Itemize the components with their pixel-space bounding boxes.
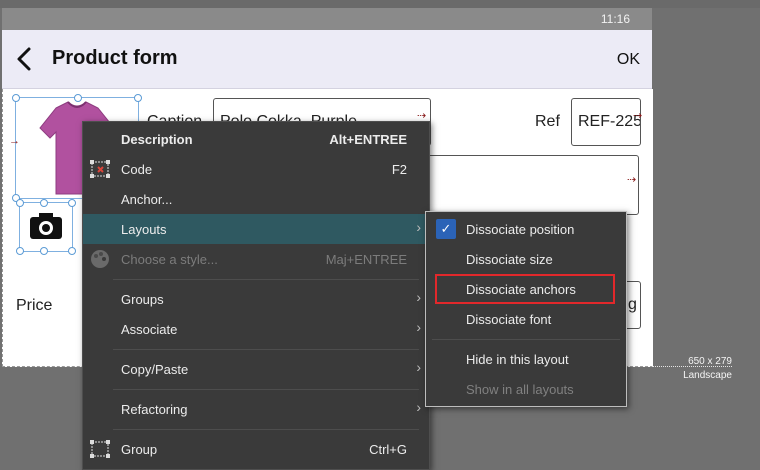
resize-handle[interactable] [74,94,82,102]
menu-item-label: Groups [121,292,164,307]
menu-item-choose-style: Choose a style... Maj+ENTREE [83,244,429,274]
price-label: Price [16,297,53,314]
chevron-right-icon: › [416,399,421,415]
menu-item-label: Group [121,442,158,457]
menu-item-code[interactable]: Code F2 [83,154,429,184]
menu-item-layouts[interactable]: Layouts › [83,214,429,244]
menu-item-label: Code [121,162,153,177]
resize-handle[interactable] [16,247,24,255]
submenu-item-label: Dissociate anchors [466,282,576,297]
menu-item-label: Anchor... [121,192,173,207]
menu-item-label: Choose a style... [121,252,218,267]
menu-item-shortcut: Maj+ENTREE [325,252,407,267]
submenu-item-dissociate-anchors[interactable]: Dissociate anchors [435,274,615,304]
menu-item-label: Copy/Paste [121,362,189,377]
menu-item-groups[interactable]: Groups › [83,284,429,314]
resize-handle[interactable] [40,199,48,207]
menu-item-copy-paste[interactable]: Copy/Paste › [83,354,429,384]
menu-item-associate[interactable]: Associate › [83,314,429,344]
anchor-arrow-icon: ⇢ [627,174,637,186]
status-time: 11:16 [600,12,630,26]
ref-label: Ref [535,113,560,130]
menu-item-anchor[interactable]: Anchor... [83,184,429,214]
resize-handle[interactable] [12,94,20,102]
resize-handle[interactable] [40,247,48,255]
menu-divider [113,279,419,280]
submenu-item-dissociate-size[interactable]: Dissociate size [426,244,626,274]
submenu-item-show-all-layouts: Show in all layouts [426,374,626,404]
submenu-item-label: Show in all layouts [466,382,574,397]
submenu-divider [432,339,620,340]
context-menu: Description Alt+ENTREE Code F2 Anchor...… [82,121,430,470]
top-margin [0,0,760,8]
chevron-right-icon: › [416,219,421,235]
app-bar: Product form OK [2,30,652,89]
group-icon [90,440,110,458]
price-suffix: g [628,296,637,313]
submenu-item-dissociate-font[interactable]: Dissociate font [426,304,626,334]
resize-handle[interactable] [16,199,24,207]
menu-item-shortcut: F2 [391,162,407,177]
status-bar: 11:16 [2,8,652,30]
submenu-item-dissociate-position[interactable]: ✓ Dissociate position [426,214,626,244]
menu-item-shortcut: Alt+ENTREE [329,132,407,147]
ok-button[interactable]: OK [617,51,640,69]
back-arrow-icon[interactable] [10,44,40,74]
chevron-right-icon: › [416,289,421,305]
anchor-arrow-icon: ⇢ [633,110,643,122]
ruler-orientation: Landscape [683,370,732,381]
resize-handle[interactable] [68,247,76,255]
menu-item-label: Refactoring [121,402,188,417]
palette-icon [91,250,109,268]
menu-item-group[interactable]: Group Ctrl+G [83,434,429,464]
ref-field[interactable]: REF-225 [571,98,641,146]
resize-handle[interactable] [134,94,142,102]
submenu-item-label: Dissociate font [466,312,552,327]
menu-divider [113,429,419,430]
submenu-item-label: Hide in this layout [466,352,569,367]
code-selection-icon [90,160,110,178]
description-field[interactable] [413,155,639,215]
layouts-submenu: ✓ Dissociate position Dissociate size Di… [425,211,627,407]
submenu-item-hide-in-layout[interactable]: Hide in this layout [426,344,626,374]
chevron-right-icon: › [416,359,421,375]
anchor-arrow-icon: → [9,135,20,147]
chevron-right-icon: › [416,319,421,335]
page-title: Product form [52,47,178,69]
submenu-item-label: Dissociate size [466,252,553,267]
menu-item-description[interactable]: Description Alt+ENTREE [83,124,429,154]
checkmark-icon: ✓ [436,219,456,239]
menu-item-label: Layouts [121,222,167,237]
ruler-size: 650 x 279 [688,356,732,367]
menu-divider [113,389,419,390]
submenu-item-label: Dissociate position [466,222,575,237]
resize-handle[interactable] [68,199,76,207]
camera-button[interactable] [16,199,76,255]
menu-item-refactoring[interactable]: Refactoring › [83,394,429,424]
menu-item-label: Description [121,132,193,147]
menu-item-label: Associate [121,322,178,337]
camera-icon [30,213,62,239]
menu-item-shortcut: Ctrl+G [369,442,407,457]
menu-divider [113,349,419,350]
